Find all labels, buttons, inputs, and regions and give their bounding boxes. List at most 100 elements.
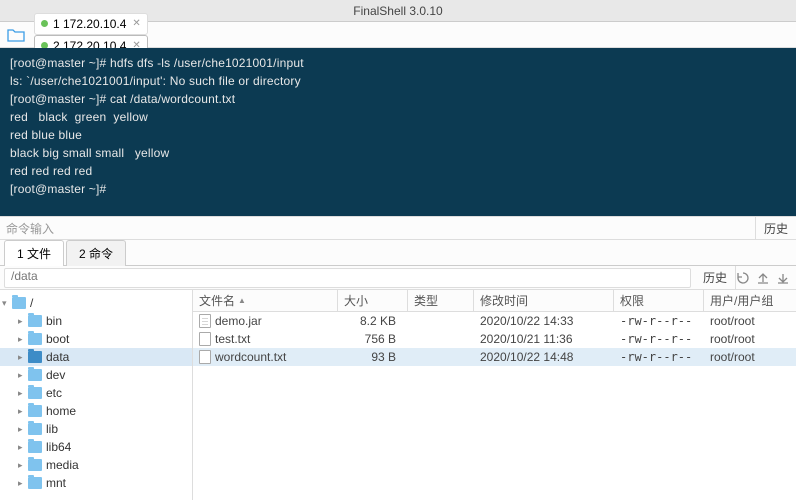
folder-icon — [28, 351, 42, 363]
chevron-right-icon[interactable]: ▸ — [18, 334, 28, 345]
table-row[interactable]: wordcount.txt93 B2020/10/22 14:48-rw-r--… — [193, 348, 796, 366]
tree-item-mnt[interactable]: ▸ mnt — [0, 474, 192, 492]
tree-label: mnt — [46, 476, 66, 490]
chevron-right-icon[interactable]: ▸ — [18, 478, 28, 489]
file-size: 93 B — [338, 350, 408, 364]
file-list-body: demo.jar 8.2 KB 2020/10/22 14:33-rw-r--r--… — [193, 312, 796, 500]
tree-label: / — [30, 296, 33, 310]
folder-icon — [28, 333, 42, 345]
upload-icon[interactable] — [756, 271, 770, 285]
tree-item-etc[interactable]: ▸ etc — [0, 384, 192, 402]
file-size: 8.2 KB — [338, 314, 408, 328]
command-history-button[interactable]: 历史 — [755, 217, 796, 239]
folder-icon — [28, 459, 42, 471]
folder-tree: ▾/▸bin▸boot▸data▸dev▸etc▸home▸lib▸lib64▸… — [0, 290, 193, 500]
chevron-right-icon[interactable]: ▸ — [18, 370, 28, 381]
chevron-right-icon[interactable]: ▾ — [2, 298, 12, 309]
table-row[interactable]: demo.jar 8.2 KB 2020/10/22 14:33-rw-r--r--… — [193, 312, 796, 330]
terminal-line: ls: `/user/che1021001/input': No such fi… — [10, 72, 786, 90]
close-icon[interactable]: ✕ — [132, 18, 140, 29]
download-icon[interactable] — [776, 271, 790, 285]
tree-item-media[interactable]: ▸ media — [0, 456, 192, 474]
col-owner[interactable]: 用户/用户组 — [704, 290, 796, 311]
command-input[interactable]: 命令输入 — [0, 220, 755, 237]
file-perm: -rw-r--r-- — [614, 314, 704, 328]
tree-label: boot — [46, 332, 69, 346]
tree-item-root[interactable]: ▾/ — [0, 294, 192, 312]
terminal-line: black big small small yellow — [10, 144, 786, 162]
file-icon — [199, 314, 211, 328]
file-owner: root/root — [704, 332, 796, 346]
file-owner: root/root — [704, 314, 796, 328]
path-bar: /data 历史 — [0, 266, 796, 290]
col-name[interactable]: 文件名▲ — [193, 290, 338, 311]
table-row[interactable]: test.txt 756 B 2020/10/21 11:36-rw-r--r--r… — [193, 330, 796, 348]
chevron-right-icon[interactable]: ▸ — [18, 424, 28, 435]
folder-icon — [28, 423, 42, 435]
file-list-header: 文件名▲ 大小 类型 修改时间 权限 用户/用户组 — [193, 290, 796, 312]
file-name: demo.jar — [215, 314, 262, 328]
file-mtime: 2020/10/22 14:33 — [474, 314, 614, 328]
tree-item-lib[interactable]: ▸ lib — [0, 420, 192, 438]
chevron-right-icon[interactable]: ▸ — [18, 460, 28, 471]
folder-icon — [12, 297, 26, 309]
command-input-row: 命令输入 历史 — [0, 216, 796, 240]
tree-label: media — [46, 458, 79, 472]
mid-tab-1[interactable]: 2 命令 — [66, 240, 126, 266]
file-icon — [199, 332, 211, 346]
path-input[interactable]: /data — [4, 268, 691, 288]
tree-label: etc — [46, 386, 62, 400]
connection-tab-0[interactable]: 1 172.20.10.4 ✕ — [34, 13, 148, 35]
terminal-line: red black green yellow — [10, 108, 786, 126]
top-toolbar: 1 172.20.10.4✕2 172.20.10.4✕ — [0, 22, 796, 48]
col-type[interactable]: 类型 — [408, 290, 474, 311]
col-perm[interactable]: 权限 — [614, 290, 704, 311]
folder-icon — [28, 315, 42, 327]
tree-label: data — [46, 350, 69, 364]
file-name: test.txt — [215, 332, 250, 346]
tree-label: lib64 — [46, 440, 71, 454]
tree-label: bin — [46, 314, 62, 328]
terminal-line: red red red red — [10, 162, 786, 180]
tree-item-data[interactable]: ▸ data — [0, 348, 192, 366]
col-size[interactable]: 大小 — [338, 290, 408, 311]
tree-item-lib64[interactable]: ▸ lib64 — [0, 438, 192, 456]
refresh-icon[interactable] — [736, 271, 750, 285]
file-perm: -rw-r--r-- — [614, 332, 704, 346]
tree-item-bin[interactable]: ▸ bin — [0, 312, 192, 330]
tree-item-boot[interactable]: ▸ boot — [0, 330, 192, 348]
file-list-side: 文件名▲ 大小 类型 修改时间 权限 用户/用户组 demo.jar 8.2 KB… — [193, 290, 796, 500]
tree-label: dev — [46, 368, 65, 382]
tree-item-dev[interactable]: ▸ dev — [0, 366, 192, 384]
folder-icon — [28, 477, 42, 489]
terminal-line: [root@master ~]# cat /data/wordcount.txt — [10, 90, 786, 108]
mid-tabs: 1 文件2 命令 — [0, 240, 796, 266]
file-mtime: 2020/10/22 14:48 — [474, 350, 614, 364]
terminal-line: [root@master ~]# — [10, 180, 786, 198]
folder-icon — [28, 441, 42, 453]
terminal-line: [root@master ~]# hdfs dfs -ls /user/che1… — [10, 54, 786, 72]
path-history-button[interactable]: 历史 — [695, 266, 736, 289]
file-size: 756 B — [338, 332, 408, 346]
tab-label: 1 172.20.10.4 — [53, 17, 126, 31]
file-pane: ▾/▸bin▸boot▸data▸dev▸etc▸home▸lib▸lib64▸… — [0, 290, 796, 500]
file-icon — [199, 350, 211, 364]
tree-label: home — [46, 404, 76, 418]
tree-item-home[interactable]: ▸ home — [0, 402, 192, 420]
tree-label: lib — [46, 422, 58, 436]
terminal-output[interactable]: [root@master ~]# hdfs dfs -ls /user/che1… — [0, 48, 796, 216]
chevron-right-icon[interactable]: ▸ — [18, 316, 28, 327]
file-mtime: 2020/10/21 11:36 — [474, 332, 614, 346]
folder-icon — [28, 369, 42, 381]
chevron-right-icon[interactable]: ▸ — [18, 442, 28, 453]
col-mtime[interactable]: 修改时间 — [474, 290, 614, 311]
mid-tab-0[interactable]: 1 文件 — [4, 240, 64, 266]
open-folder-icon[interactable] — [4, 25, 28, 45]
chevron-right-icon[interactable]: ▸ — [18, 388, 28, 399]
file-name: wordcount.txt — [215, 350, 286, 364]
folder-icon — [28, 387, 42, 399]
chevron-right-icon[interactable]: ▸ — [18, 406, 28, 417]
terminal-line: red blue blue — [10, 126, 786, 144]
chevron-right-icon[interactable]: ▸ — [18, 352, 28, 363]
folder-icon — [28, 405, 42, 417]
